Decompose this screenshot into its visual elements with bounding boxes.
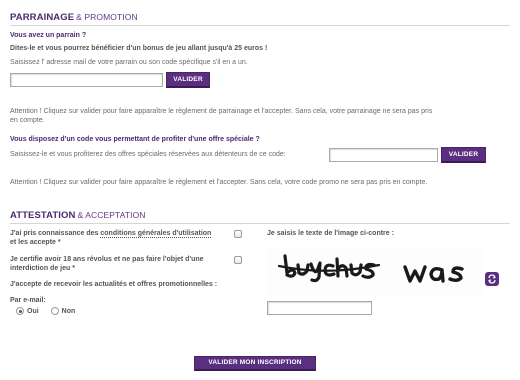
radio-group: Oui Non: [16, 307, 75, 315]
captcha-input[interactable]: [267, 301, 372, 315]
age-checkbox[interactable]: [234, 256, 242, 264]
parrain-warning-line1: Attention ! Cliquez sur valider pour fai…: [10, 108, 433, 115]
email-optin-label: Par e-mail:: [10, 297, 46, 304]
parrain-warning-line2: en compte.: [10, 117, 45, 124]
refresh-icon: [488, 274, 496, 284]
parrainage-section-title: PARRAINAGE & PROMOTION: [10, 12, 138, 23]
cgu-link[interactable]: conditions générales d'utilisation: [100, 230, 212, 238]
parrain-input[interactable]: [10, 73, 163, 87]
parrainage-title: PARRAINAGE: [10, 12, 75, 23]
radio-non[interactable]: [50, 307, 59, 315]
attestation-section-title: ATTESTATION & ACCEPTATION: [10, 210, 146, 221]
parrain-instruction: Saisissez l' adresse mail de votre parra…: [10, 59, 248, 66]
captcha-label: Je saisis le texte de l'image ci-contre …: [267, 230, 394, 237]
promo-validate-button[interactable]: VALIDER: [441, 147, 486, 163]
parrain-validate-button[interactable]: VALIDER: [166, 72, 210, 88]
attestation-title: ATTESTATION: [10, 210, 76, 221]
age-label-line2: interdiction de jeu *: [10, 265, 75, 272]
captcha-word2-glyphs: [403, 265, 464, 283]
parrain-question: Vous avez un parrain ?: [10, 32, 87, 39]
promo-question: Vous disposez d'un code vous permettant …: [10, 136, 260, 143]
radio-oui[interactable]: [16, 307, 24, 315]
captcha-refresh-button[interactable]: [485, 272, 499, 286]
cgu-label-line2: et les accepte *: [10, 239, 61, 246]
radio-oui-label: Oui: [27, 307, 39, 315]
captcha-word1-glyphs: [277, 254, 381, 283]
section-divider: [10, 223, 510, 224]
section-divider: [10, 25, 510, 26]
cgu-checkbox[interactable]: [234, 230, 242, 238]
parrain-bonus-text: Dites-le et vous pourrez bénéficier d'un…: [10, 45, 268, 52]
parrainage-title-sub: & PROMOTION: [76, 12, 138, 22]
submit-registration-button[interactable]: VALIDER MON INSCRIPTION: [194, 356, 316, 371]
cgu-prefix: J'ai pris connaissance des: [10, 230, 101, 237]
newsletter-label: J'accepte de recevoir les actualités et …: [10, 281, 218, 288]
promo-warning: Attention ! Cliquez sur valider pour fai…: [10, 179, 428, 186]
age-label-line1: Je certifie avoir 18 ans révolus et ne p…: [10, 256, 204, 263]
promo-instruction: Saisissez-le et vous profiterez des offr…: [10, 151, 286, 158]
radio-non-label: Non: [61, 307, 76, 315]
cgu-label-line1: J'ai pris connaissance des conditions gé…: [10, 230, 212, 238]
captcha-image: [267, 247, 482, 295]
attestation-title-sub: & ACCEPTATION: [77, 210, 146, 220]
promo-code-input[interactable]: [329, 148, 438, 162]
